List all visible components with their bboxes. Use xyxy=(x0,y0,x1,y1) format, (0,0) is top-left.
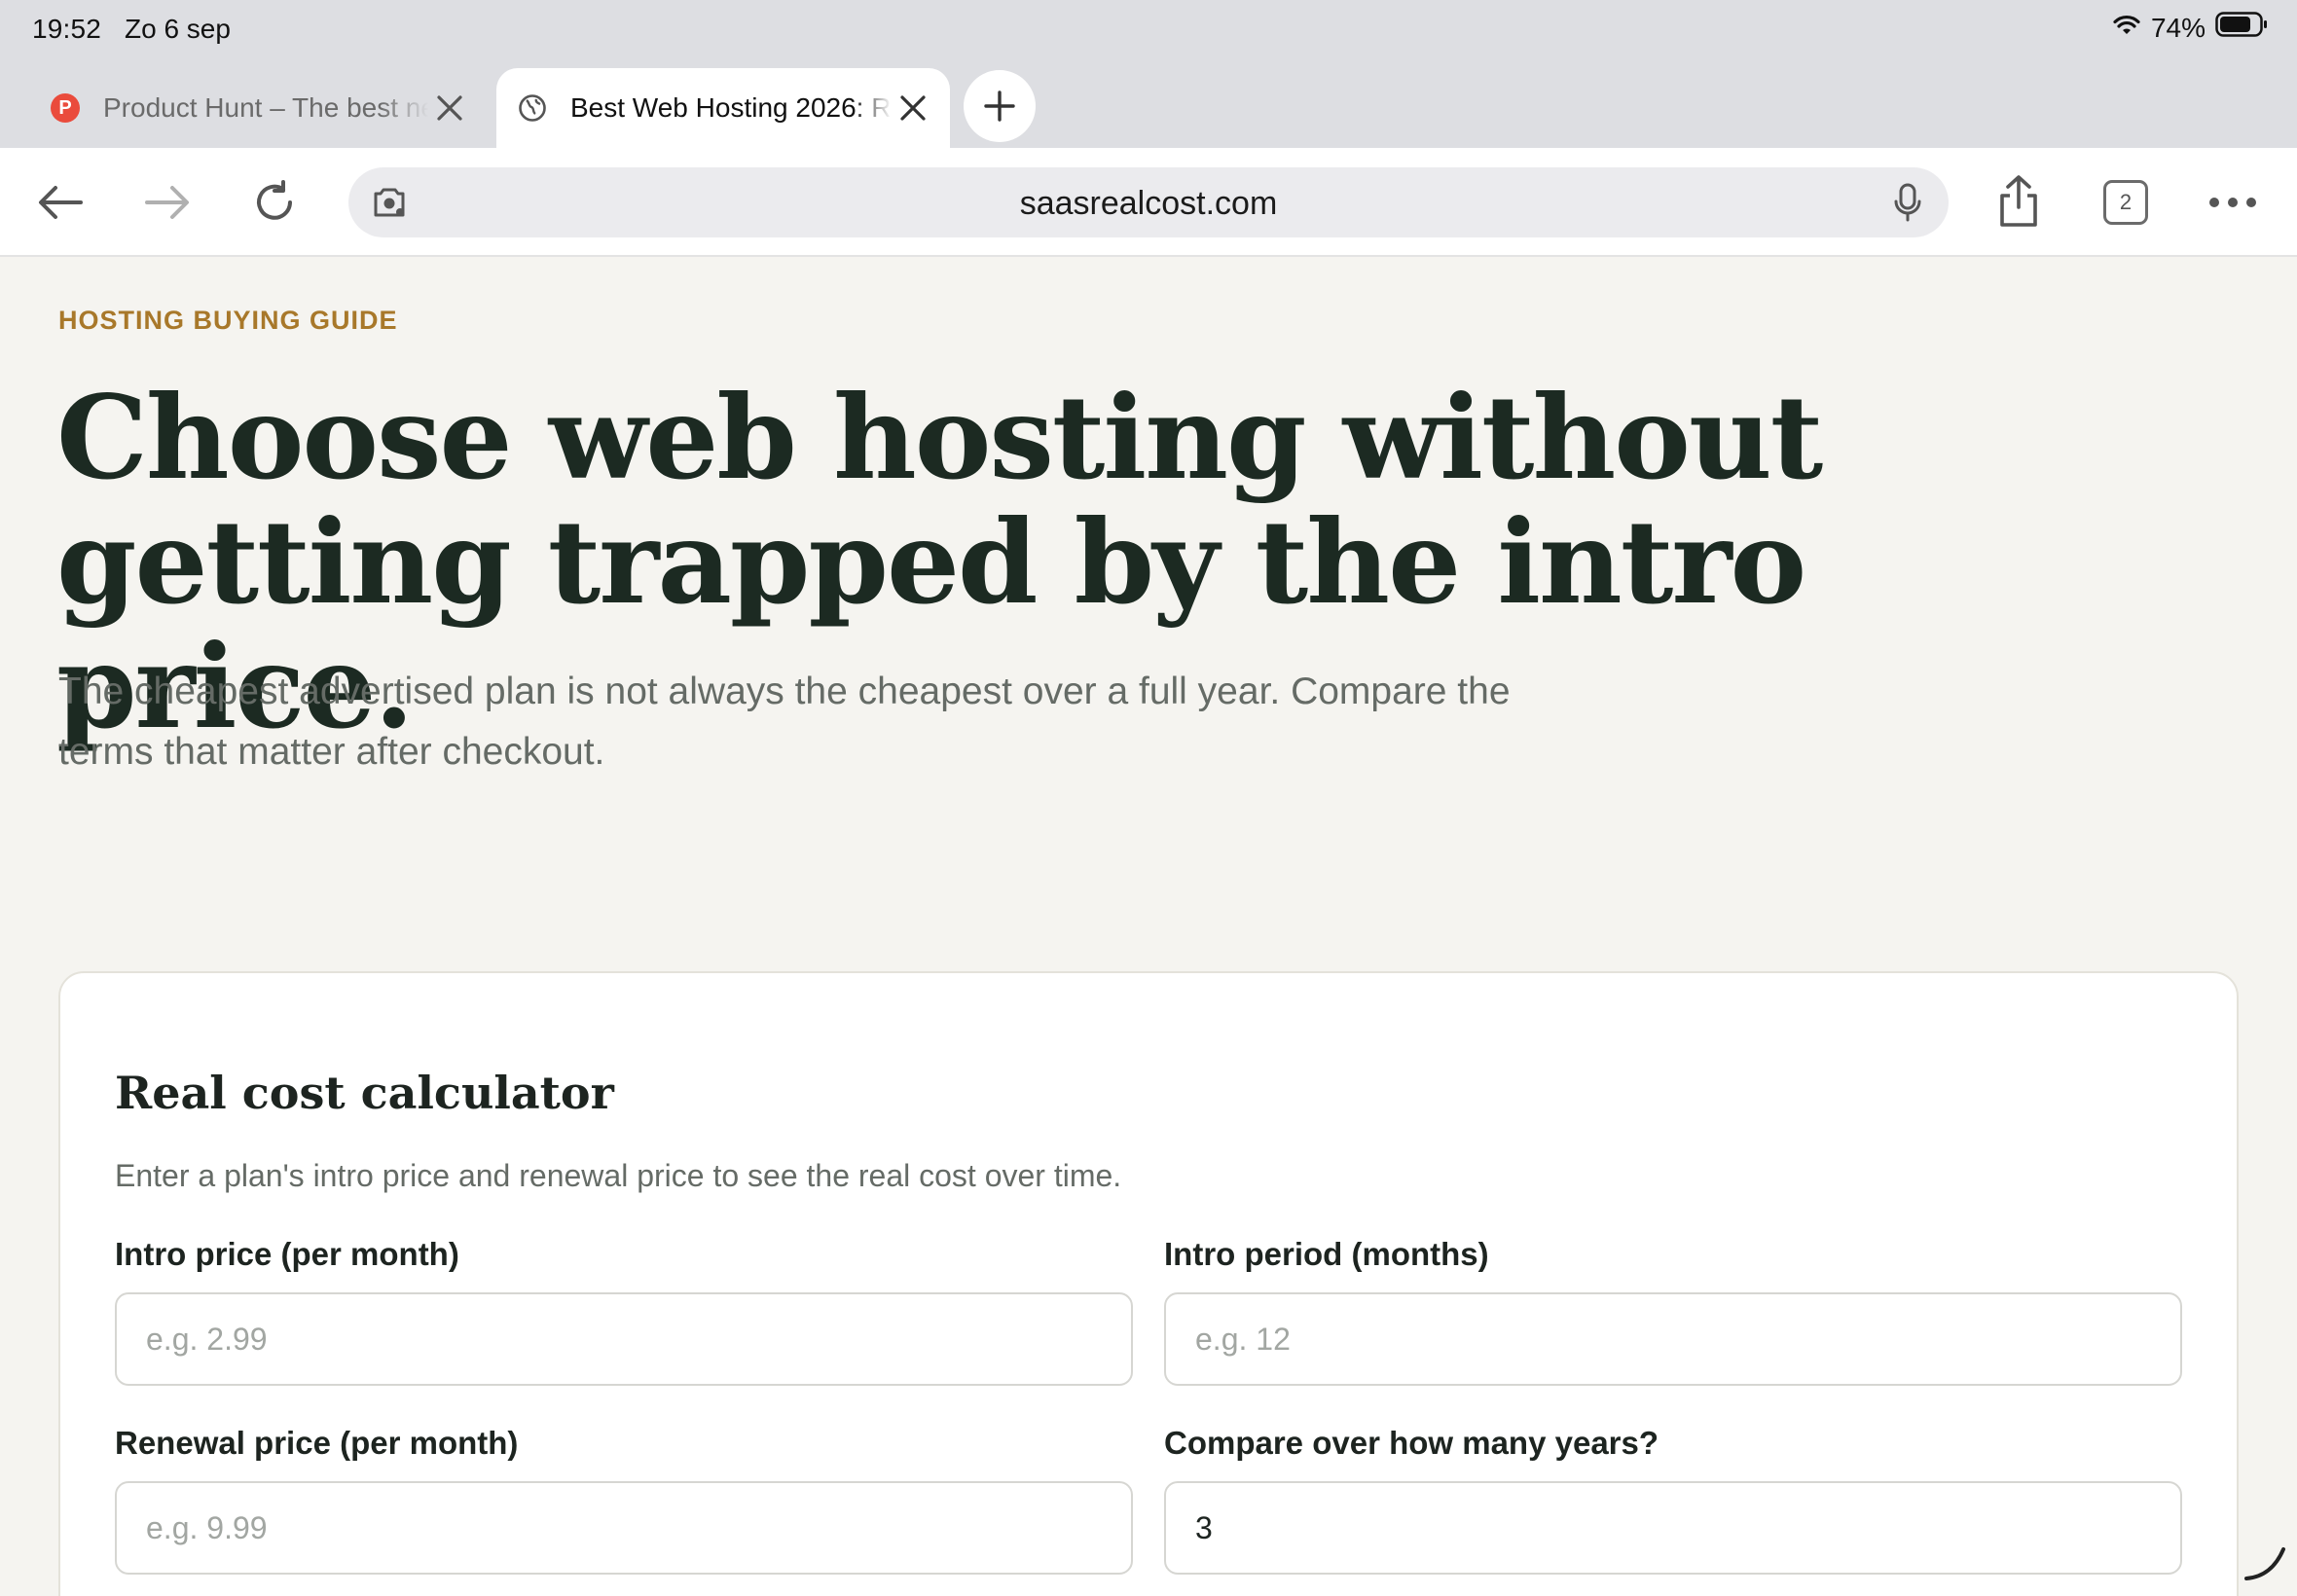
real-cost-calculator: Real cost calculator Enter a plan's intr… xyxy=(58,971,2239,1596)
intro-price-label: Intro price (per month) xyxy=(115,1236,459,1272)
globe-icon xyxy=(518,93,547,123)
status-indicators: 74% xyxy=(2112,12,2268,44)
intro-period-label: Intro period (months) xyxy=(1164,1236,1489,1272)
calculator-title: Real cost calculator xyxy=(115,1067,614,1119)
arrow-left-icon xyxy=(39,186,83,219)
forward-button[interactable] xyxy=(138,173,197,232)
intro-price-input[interactable] xyxy=(115,1292,1133,1386)
tab-title: Product Hunt – The best new products in … xyxy=(103,92,428,123)
arrow-right-icon xyxy=(145,186,189,219)
back-button[interactable] xyxy=(31,173,90,232)
browser-toolbar: saasrealcost.com 2 xyxy=(0,148,2297,257)
status-date: Zo 6 sep xyxy=(125,14,231,44)
compare-years-input[interactable] xyxy=(1164,1481,2182,1575)
page-subtitle: The cheapest advertised plan is not alwa… xyxy=(58,671,1511,773)
tab-product-hunt[interactable]: P Product Hunt – The best new products i… xyxy=(21,70,479,146)
browser-chrome: 19:52 Zo 6 sep 74% P Product Hunt – The … xyxy=(0,0,2297,257)
battery-percent: 74% xyxy=(2150,12,2206,43)
share-icon xyxy=(2000,175,2037,227)
reload-icon xyxy=(257,180,292,220)
plus-icon xyxy=(984,91,1015,122)
eyebrow-label: HOSTING BUYING GUIDE xyxy=(58,306,398,335)
status-bar: 19:52 Zo 6 sep 74% xyxy=(0,0,2297,62)
tabs-overview-button[interactable]: 2 xyxy=(2096,173,2155,232)
product-hunt-favicon-icon: P xyxy=(51,93,80,123)
status-time: 19:52 xyxy=(32,14,102,44)
page-content: HOSTING BUYING GUIDE Choose web hosting … xyxy=(0,259,2297,1596)
close-tab-icon[interactable] xyxy=(892,87,934,129)
reload-button[interactable] xyxy=(245,173,304,232)
corner-gesture-icon xyxy=(2244,1547,2285,1580)
microphone-icon[interactable] xyxy=(1888,183,1927,222)
more-icon xyxy=(2209,198,2256,207)
close-tab-icon[interactable] xyxy=(428,87,471,129)
battery-icon xyxy=(2215,12,2268,44)
calculator-description: Enter a plan's intro price and renewal p… xyxy=(115,1158,1122,1193)
tab-best-web-hosting[interactable]: Best Web Hosting 2026: Real Costs xyxy=(496,68,950,148)
tab-count-badge: 2 xyxy=(2103,180,2148,225)
more-menu-button[interactable] xyxy=(2204,173,2262,232)
tab-title: Best Web Hosting 2026: Real Costs xyxy=(570,92,892,123)
renewal-price-label: Renewal price (per month) xyxy=(115,1425,519,1461)
address-bar[interactable]: saasrealcost.com xyxy=(348,167,1949,237)
compare-years-label: Compare over how many years? xyxy=(1164,1425,1659,1461)
share-button[interactable] xyxy=(1989,167,2048,236)
new-tab-button[interactable] xyxy=(964,70,1036,142)
renewal-price-input[interactable] xyxy=(115,1481,1133,1575)
url-text: saasrealcost.com xyxy=(1019,185,1278,222)
wifi-icon xyxy=(2112,13,2141,44)
intro-period-input[interactable] xyxy=(1164,1292,2182,1386)
